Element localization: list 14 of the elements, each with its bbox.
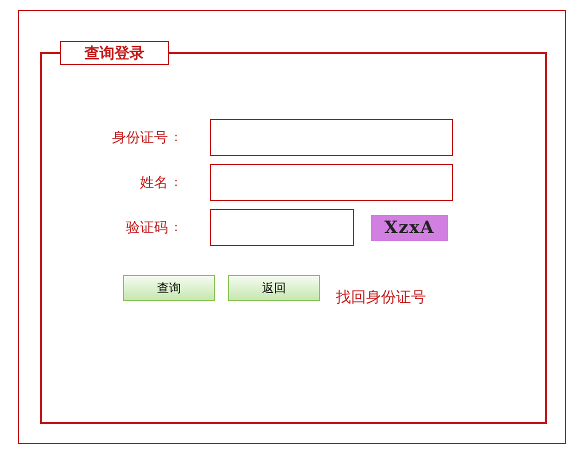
panel-title: 查询登录 xyxy=(60,41,169,65)
input-field[interactable] xyxy=(210,119,453,156)
colon: ： xyxy=(170,129,183,146)
field-label: 身份证号 xyxy=(111,128,168,146)
colon: ： xyxy=(170,174,183,191)
colon: ： xyxy=(170,219,183,236)
form-button[interactable]: 返回 xyxy=(228,275,320,301)
field-label: 姓名 xyxy=(139,174,168,192)
form-button[interactable]: 查询 xyxy=(123,275,215,301)
captcha-field[interactable] xyxy=(210,209,354,246)
recover-link[interactable]: 找回身份证号 xyxy=(336,288,426,306)
captcha-image: XzxA xyxy=(371,214,448,240)
field-label: 验证码 xyxy=(125,218,168,236)
input-field[interactable] xyxy=(210,164,453,201)
